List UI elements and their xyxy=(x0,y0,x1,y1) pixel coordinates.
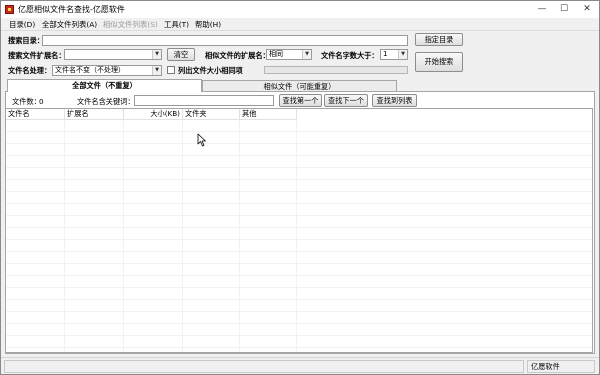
close-button[interactable]: ✕ xyxy=(575,1,599,18)
start-search-button[interactable]: 开始搜索 xyxy=(415,52,463,72)
find-first-button[interactable]: 查找第一个 xyxy=(279,94,322,107)
keyword-input[interactable] xyxy=(134,95,274,106)
name-handling-label: 文件名处理： xyxy=(8,66,52,75)
column-header-extension[interactable]: 扩展名 xyxy=(65,109,124,120)
column-divider xyxy=(239,120,240,352)
app-logo-icon xyxy=(5,5,14,14)
chevron-down-icon: ▼ xyxy=(152,50,161,59)
column-divider xyxy=(182,120,183,352)
column-divider xyxy=(64,120,65,352)
find-to-list-button[interactable]: 查找到列表 xyxy=(372,94,417,107)
column-divider xyxy=(296,120,297,352)
title-bar: 亿愿相似文件名查找-亿愿软件 — ☐ ✕ xyxy=(1,1,599,18)
status-bar: 亿愿软件 xyxy=(1,357,599,374)
menu-directory[interactable]: 目录(D) xyxy=(9,19,35,30)
minimize-button[interactable]: — xyxy=(531,1,553,18)
name-handling-value: 文件名不变（不处理） xyxy=(55,66,125,74)
similar-ext-combo[interactable]: 相同 ▼ xyxy=(266,49,312,60)
tab-all-files[interactable]: 全部文件（不重复） xyxy=(7,79,202,92)
menu-help[interactable]: 帮助(H) xyxy=(195,19,221,30)
window-title: 亿愿相似文件名查找-亿愿软件 xyxy=(18,5,125,14)
find-next-button[interactable]: 查找下一个 xyxy=(324,94,368,107)
menu-similar-files[interactable]: 相似文件列表(S) xyxy=(103,19,158,30)
similar-ext-label: 相似文件的扩展名： xyxy=(205,51,270,60)
file-list[interactable]: 文件名 扩展名 大小(KB) 文件夹 其他 xyxy=(5,108,593,353)
column-header-folder[interactable]: 文件夹 xyxy=(183,109,240,120)
same-size-checkbox[interactable] xyxy=(167,66,175,74)
keyword-label: 文件名含关键词： xyxy=(77,97,135,106)
status-brand: 亿愿软件 xyxy=(527,360,595,373)
menu-tools[interactable]: 工具(T) xyxy=(164,19,189,30)
same-size-label: 列出文件大小相同项 xyxy=(178,66,243,75)
chevron-down-icon: ▼ xyxy=(398,50,407,59)
search-progress-bar xyxy=(264,66,408,74)
ext-label: 搜索文件扩展名： xyxy=(8,51,66,60)
menu-bar: 目录(D) 全部文件列表(A) 相似文件列表(S) 工具(T) 帮助(H) xyxy=(1,18,599,31)
name-length-label: 文件名字数大于： xyxy=(321,51,379,60)
chevron-down-icon: ▼ xyxy=(152,66,161,75)
search-dir-label: 搜索目录： xyxy=(8,36,44,45)
name-length-value: 1 xyxy=(383,50,388,58)
search-dir-input[interactable] xyxy=(42,35,408,46)
choose-dir-button[interactable]: 指定目录 xyxy=(415,33,463,46)
list-body xyxy=(6,120,592,352)
clear-button[interactable]: 清空 xyxy=(167,48,195,61)
status-message xyxy=(4,360,524,373)
column-header-other[interactable]: 其他 xyxy=(240,109,297,120)
file-count-value: 0 xyxy=(39,97,44,106)
column-divider xyxy=(123,120,124,352)
name-length-combo[interactable]: 1 ▼ xyxy=(380,49,408,60)
mouse-pointer-icon xyxy=(197,133,206,147)
similar-ext-value: 相同 xyxy=(269,50,283,58)
app-window: 亿愿相似文件名查找-亿愿软件 — ☐ ✕ 目录(D) 全部文件列表(A) 相似文… xyxy=(0,0,600,375)
name-handling-combo[interactable]: 文件名不变（不处理） ▼ xyxy=(52,65,162,76)
ext-combo[interactable]: ▼ xyxy=(64,49,162,60)
maximize-button[interactable]: ☐ xyxy=(553,1,575,18)
chevron-down-icon: ▼ xyxy=(302,50,311,59)
file-count-label: 文件数： xyxy=(12,97,41,106)
column-header-size[interactable]: 大小(KB) xyxy=(124,109,183,120)
column-header-filename[interactable]: 文件名 xyxy=(6,109,65,120)
menu-all-files[interactable]: 全部文件列表(A) xyxy=(42,19,97,30)
